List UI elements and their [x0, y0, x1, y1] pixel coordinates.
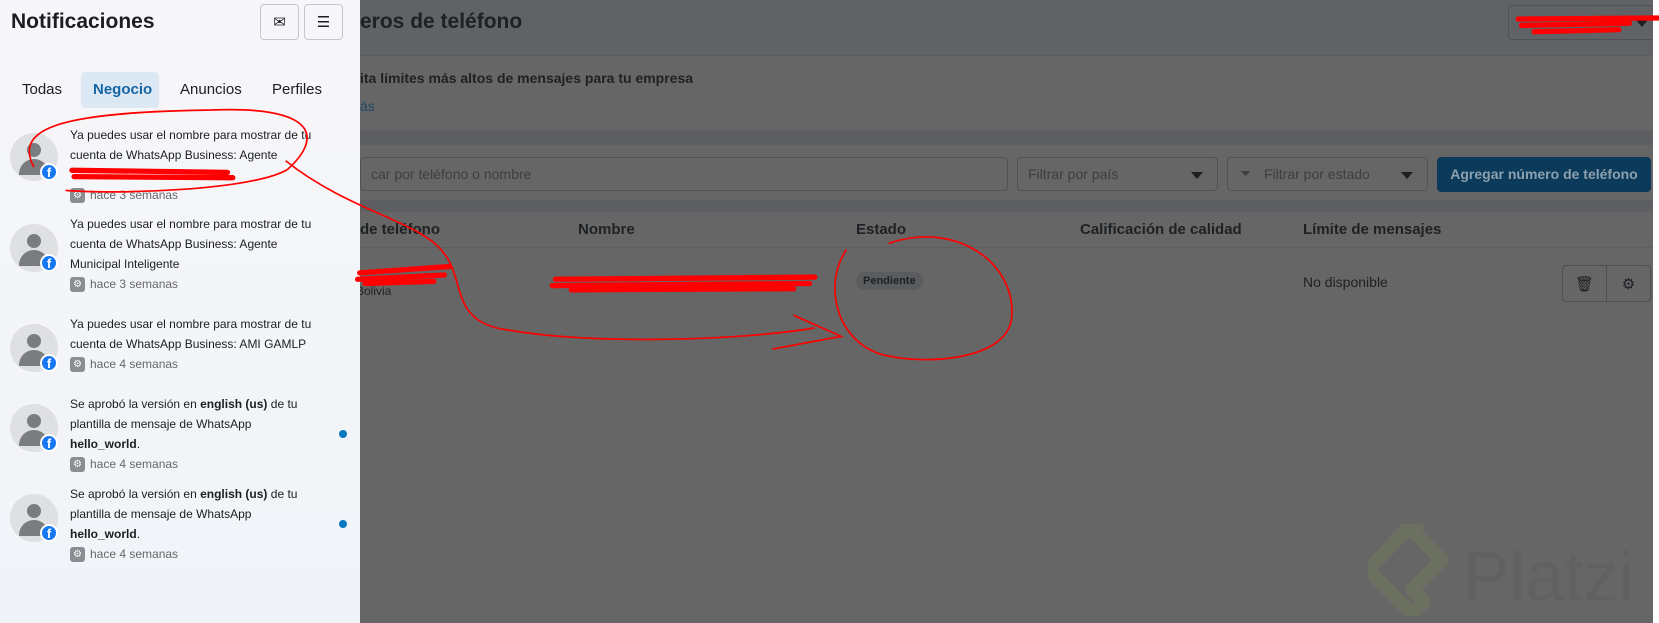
tab-todas[interactable]: Todas	[10, 72, 74, 108]
column-name[interactable]: Nombre	[578, 221, 635, 238]
gear-icon: ⚙	[1621, 275, 1636, 293]
facebook-icon: f	[40, 254, 58, 272]
notification-time: hace 4 semanas	[90, 357, 179, 371]
column-quality[interactable]: Calificación de calidad	[1080, 221, 1242, 238]
row-actions: 🗑 ⚙	[1562, 265, 1651, 302]
chevron-down-icon	[1191, 172, 1203, 179]
gear-icon: ⚙	[70, 276, 85, 292]
avatar: f	[10, 133, 58, 181]
notification-text: Ya puedes usar el nombre para mostrar de…	[70, 317, 312, 351]
avatar: f	[10, 494, 58, 542]
add-phone-number-button[interactable]: Agregar número de teléfono	[1437, 157, 1651, 192]
avatar: f	[10, 224, 58, 272]
filter-icon: ⏷	[1240, 165, 1252, 181]
chevron-down-icon	[1636, 20, 1648, 27]
notification-text: Se aprobó la versión en english (us) de …	[70, 397, 298, 451]
notification-time: hace 3 semanas	[90, 277, 179, 291]
platzi-watermark: Platzi	[1365, 521, 1648, 621]
banner-text: ita límites más altos de mensajes para t…	[360, 70, 694, 86]
banner-link[interactable]: ás	[360, 98, 375, 114]
status-filter[interactable]: ⏷ Filtrar por estado	[1227, 157, 1428, 191]
trash-icon: 🗑	[1574, 275, 1595, 293]
unread-dot	[339, 430, 347, 438]
facebook-icon: f	[40, 524, 58, 542]
watermark-text: Platzi	[1463, 537, 1634, 615]
page-title: eros de teléfono	[360, 10, 523, 33]
status-filter-label: Filtrar por estado	[1264, 166, 1370, 182]
scrollbar[interactable]	[1653, 0, 1659, 623]
gear-icon: ⚙	[70, 356, 85, 372]
country-filter-label: Filtrar por país	[1028, 166, 1119, 182]
gear-icon: ⚙	[70, 456, 85, 472]
unread-dot	[339, 520, 347, 528]
delete-button[interactable]: 🗑	[1563, 266, 1607, 301]
notifications-panel: Notificaciones ✉ ☰ Todas Negocio Anuncio…	[0, 0, 360, 623]
avatar: f	[10, 324, 58, 372]
tab-perfiles[interactable]: Perfiles	[260, 72, 334, 108]
tab-anuncios[interactable]: Anuncios	[168, 72, 254, 108]
column-limit[interactable]: Límite de mensajes	[1303, 221, 1441, 238]
chevron-down-icon	[1401, 172, 1413, 179]
envelope-open-icon: ✉	[273, 14, 286, 31]
account-selector[interactable]	[1508, 5, 1659, 40]
notification-text: Se aprobó la versión en english (us) de …	[70, 487, 298, 541]
gear-icon: ⚙	[70, 187, 85, 203]
country-filter[interactable]: Filtrar por país	[1017, 157, 1218, 191]
search-input[interactable]: car por teléfono o nombre	[360, 157, 1008, 191]
facebook-icon: f	[40, 434, 58, 452]
message-limit: No disponible	[1303, 274, 1388, 290]
facebook-icon: f	[40, 354, 58, 372]
column-status[interactable]: Estado	[856, 221, 906, 238]
notification-text: Ya puedes usar el nombre para mostrar de…	[70, 217, 312, 271]
notification-time: hace 3 semanas	[90, 188, 179, 202]
column-phone[interactable]: de teléfono	[360, 221, 440, 238]
mark-all-read-button[interactable]: ✉	[260, 4, 299, 40]
settings-button[interactable]: ⚙	[1607, 266, 1650, 301]
phone-country: Bolivia	[356, 284, 392, 298]
notification-time: hace 4 semanas	[90, 457, 179, 471]
status-badge: Pendiente	[856, 272, 923, 290]
list-settings-icon: ☰	[316, 14, 331, 31]
notification-time: hace 4 semanas	[90, 547, 179, 561]
notification-text: Ya puedes usar el nombre para mostrar de…	[70, 128, 312, 162]
avatar: f	[10, 404, 58, 452]
panel-title: Notificaciones	[11, 10, 155, 33]
gear-icon: ⚙	[70, 546, 85, 562]
facebook-icon: f	[40, 163, 58, 181]
notification-settings-button[interactable]: ☰	[304, 4, 343, 40]
tab-negocio[interactable]: Negocio	[81, 72, 159, 108]
